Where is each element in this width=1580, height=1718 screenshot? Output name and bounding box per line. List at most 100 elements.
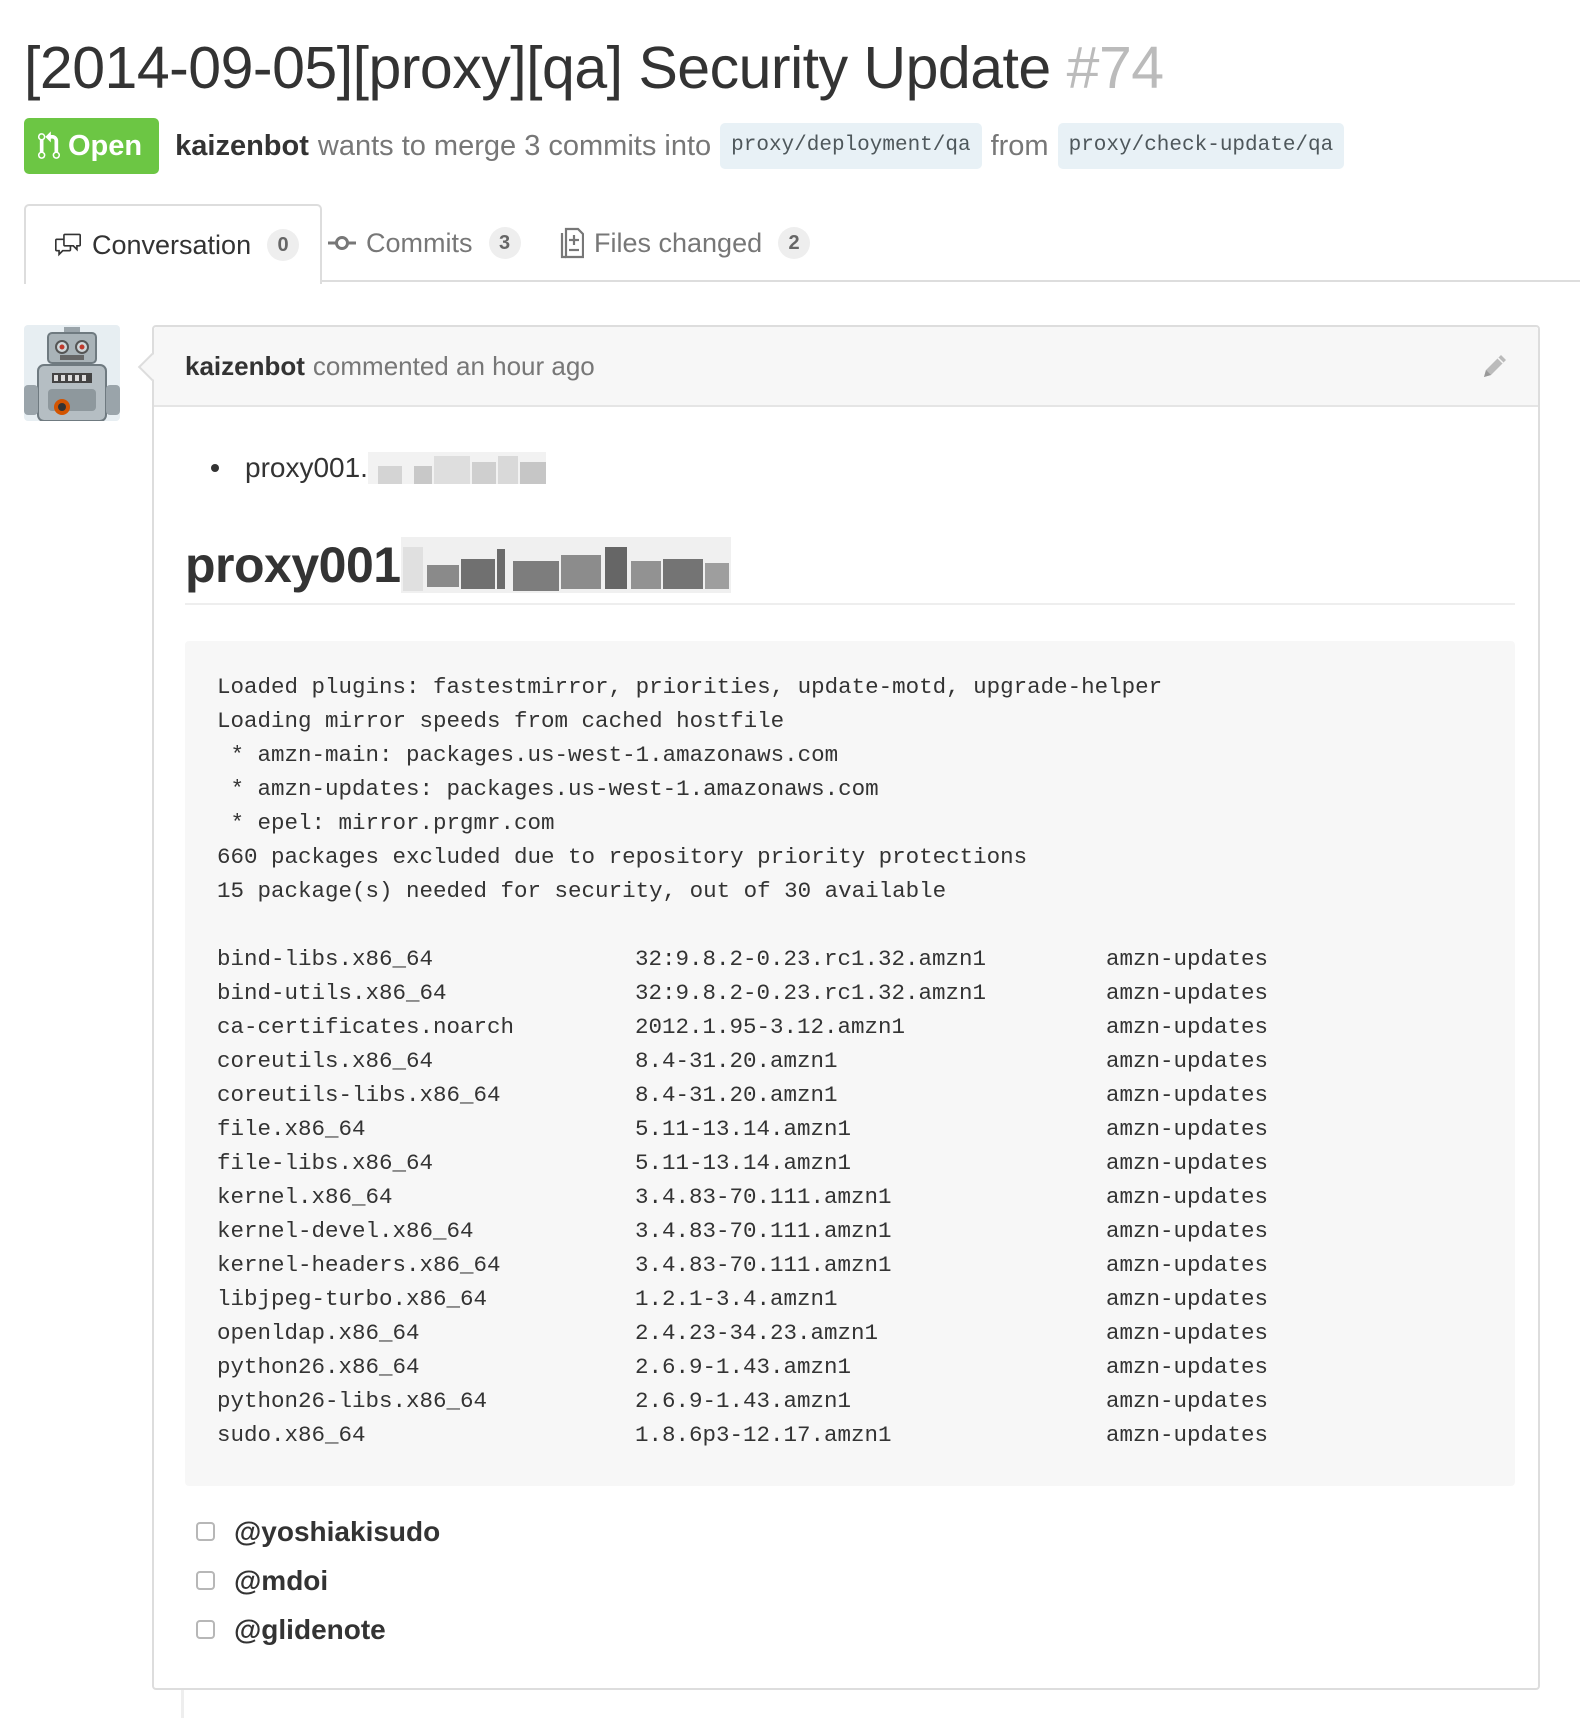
package-name: python26.x86_64 <box>217 1354 420 1380</box>
package-version: 3.4.83-70.111.amzn1 <box>635 1218 892 1244</box>
package-version: 8.4-31.20.amzn1 <box>635 1082 838 1108</box>
package-version: 3.4.83-70.111.amzn1 <box>635 1184 892 1210</box>
package-version: 2.4.23-34.23.amzn1 <box>635 1320 879 1346</box>
redacted-blur <box>400 537 731 593</box>
commit-icon <box>328 233 356 253</box>
package-version: 5.11-13.14.amzn1 <box>635 1150 852 1176</box>
timeline-line <box>181 1690 184 1718</box>
file-diff-icon <box>560 227 584 259</box>
package-row: sudo.x86_64 1.8.6p3-12.17.amzn1 amzn-updat… <box>217 1418 1515 1452</box>
package-row: libjpeg-turbo.x86_64 1.2.1-3.4.amzn1 amzn-… <box>217 1282 1515 1316</box>
code-line: 15 package(s) needed for security, out o… <box>217 878 947 904</box>
tab-conversation[interactable]: Conversation 0 <box>24 204 322 284</box>
package-row: kernel-devel.x86_64 3.4.83-70.111.amzn1 am… <box>217 1214 1515 1248</box>
task-item: @mdoi <box>196 1556 440 1605</box>
package-row: coreutils.x86_64 8.4-31.20.amzn1 amzn-upda… <box>217 1044 1515 1078</box>
from-text: from <box>990 129 1049 162</box>
package-row: file-libs.x86_64 5.11-13.14.amzn1 amzn-upd… <box>217 1146 1515 1180</box>
conversation-icon <box>54 232 82 258</box>
package-version: 3.4.83-70.111.amzn1 <box>635 1252 892 1278</box>
pr-tabs: Conversation 0 Commits 3 Files changed 2 <box>24 204 1580 284</box>
comment-header: kaizenbot commented an hour ago <box>154 327 1538 407</box>
tab-label: Conversation <box>92 229 252 260</box>
package-repo: amzn-updates <box>1106 1116 1269 1142</box>
package-name: sudo.x86_64 <box>217 1422 366 1448</box>
package-name: coreutils-libs.x86_64 <box>217 1082 501 1108</box>
code-line: * amzn-updates: packages.us-west-1.amazo… <box>217 776 879 802</box>
tab-files-changed[interactable]: Files changed 2 <box>560 204 811 282</box>
package-name: kernel-headers.x86_64 <box>217 1252 501 1278</box>
comment-timestamp: commented an hour ago <box>312 350 595 381</box>
package-row: bind-libs.x86_64 32:9.8.2-0.23.rc1.32.amz… <box>217 942 1515 976</box>
task-checkbox[interactable] <box>196 1620 215 1639</box>
package-repo: amzn-updates <box>1106 1388 1269 1414</box>
package-version: 32:9.8.2-0.23.rc1.32.amzn1 <box>635 946 987 972</box>
package-name: bind-libs.x86_64 <box>217 946 434 972</box>
head-branch[interactable]: proxy/check-update/qa <box>1057 123 1345 169</box>
package-version: 32:9.8.2-0.23.rc1.32.amzn1 <box>635 980 987 1006</box>
task-list: @yoshiakisudo @mdoi @glidenote <box>196 1507 440 1654</box>
code-line: Loaded plugins: fastestmirror, prioritie… <box>217 674 1163 700</box>
package-repo: amzn-updates <box>1106 980 1269 1006</box>
package-version: 2.6.9-1.43.amzn1 <box>635 1388 852 1414</box>
merge-text: wants to merge 3 commits into <box>317 129 712 162</box>
package-name: libjpeg-turbo.x86_64 <box>217 1286 488 1312</box>
package-name: coreutils.x86_64 <box>217 1048 434 1074</box>
tab-counter: 3 <box>488 227 521 259</box>
state-label: Open <box>68 129 143 162</box>
package-row: coreutils-libs.x86_64 8.4-31.20.amzn1 amzn… <box>217 1078 1515 1112</box>
pr-number: #74 <box>1066 35 1164 101</box>
tab-label: Files changed <box>594 227 763 258</box>
package-repo: amzn-updates <box>1106 1354 1269 1380</box>
package-row: openldap.x86_64 2.4.23-34.23.amzn1 amzn-up… <box>217 1316 1515 1350</box>
base-branch[interactable]: proxy/deployment/qa <box>720 123 982 169</box>
task-item: @yoshiakisudo <box>196 1507 440 1556</box>
code-line: * epel: mirror.prgmr.com <box>217 810 555 836</box>
author-link[interactable]: kaizenbot <box>175 130 309 163</box>
package-repo: amzn-updates <box>1106 1286 1269 1312</box>
code-line: 660 packages excluded due to repository … <box>217 844 1028 870</box>
package-name: bind-utils.x86_64 <box>217 980 447 1006</box>
package-name: kernel.x86_64 <box>217 1184 393 1210</box>
pull-request-icon <box>38 131 60 159</box>
package-version: 1.8.6p3-12.17.amzn1 <box>635 1422 892 1448</box>
task-checkbox[interactable] <box>196 1522 215 1541</box>
comment-body: proxy001. proxy001 Loaded plugins: faste… <box>154 407 1538 1688</box>
task-checkbox[interactable] <box>196 1571 215 1590</box>
package-repo: amzn-updates <box>1106 1014 1269 1040</box>
package-name: file.x86_64 <box>217 1116 366 1142</box>
package-name: python26-libs.x86_64 <box>217 1388 488 1414</box>
comment-author[interactable]: kaizenbot <box>185 351 305 382</box>
tab-label: Commits <box>366 227 473 258</box>
task-mention[interactable]: @glidenote <box>234 1614 386 1646</box>
package-row: file.x86_64 5.11-13.14.amzn1 amzn-updates <box>217 1112 1515 1146</box>
redacted-blur <box>367 452 546 484</box>
bullet-text: proxy001. <box>245 452 368 483</box>
package-repo: amzn-updates <box>1106 1082 1269 1108</box>
pencil-icon[interactable] <box>1480 351 1510 388</box>
code-line: Loading mirror speeds from cached hostfi… <box>217 708 785 734</box>
state-badge: Open <box>24 118 160 174</box>
tab-commits[interactable]: Commits 3 <box>328 204 521 282</box>
pr-title: [2014-09-05][proxy][qa] Security Update <box>24 35 1051 101</box>
package-repo: amzn-updates <box>1106 1048 1269 1074</box>
package-repo: amzn-updates <box>1106 1320 1269 1346</box>
task-mention[interactable]: @mdoi <box>234 1565 328 1597</box>
package-name: openldap.x86_64 <box>217 1320 420 1346</box>
pr-meta: Open kaizenbot wants to merge 3 commits … <box>24 118 1353 174</box>
avatar[interactable] <box>24 325 120 421</box>
package-name: file-libs.x86_64 <box>217 1150 434 1176</box>
tab-counter: 0 <box>267 229 300 261</box>
package-repo: amzn-updates <box>1106 1252 1269 1278</box>
tab-counter: 2 <box>778 227 811 259</box>
package-name: ca-certificates.noarch <box>217 1014 515 1040</box>
package-version: 2012.1.95-3.12.amzn1 <box>635 1014 906 1040</box>
package-version: 8.4-31.20.amzn1 <box>635 1048 838 1074</box>
task-mention[interactable]: @yoshiakisudo <box>234 1516 440 1548</box>
package-repo: amzn-updates <box>1106 1184 1269 1210</box>
code-line: * amzn-main: packages.us-west-1.amazonaw… <box>217 742 839 768</box>
pr-title-heading: [2014-09-05][proxy][qa] Security Update … <box>24 30 1164 106</box>
package-repo: amzn-updates <box>1106 1150 1269 1176</box>
package-repo: amzn-updates <box>1106 1218 1269 1244</box>
package-row: kernel.x86_64 3.4.83-70.111.amzn1 amzn-upd… <box>217 1180 1515 1214</box>
